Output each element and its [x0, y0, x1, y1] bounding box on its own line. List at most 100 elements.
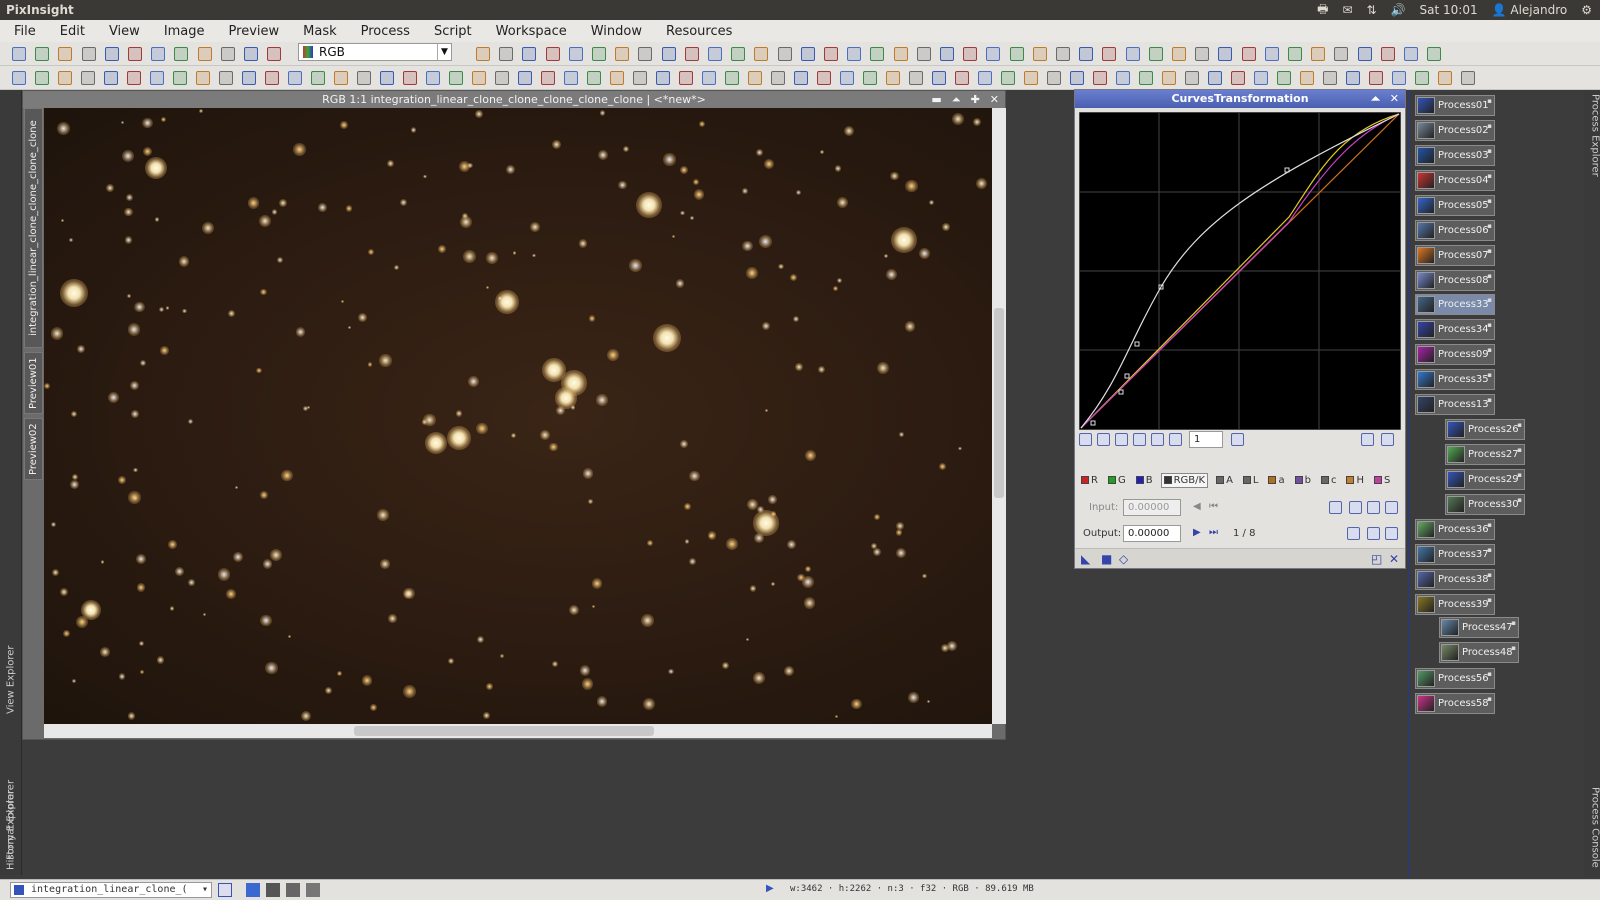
- toolbar-tool-icon[interactable]: [817, 71, 831, 85]
- main-view-tab[interactable]: integration_linear_clone_clone_clone_clo…: [24, 108, 43, 348]
- process-icon-process02[interactable]: Process02 ▪: [1415, 120, 1495, 141]
- reset-curve-icon[interactable]: [1385, 501, 1398, 514]
- toolbar-tool-icon[interactable]: [58, 47, 73, 61]
- channel-r[interactable]: R: [1079, 474, 1100, 487]
- process-icon-process30[interactable]: Process30 ▪: [1445, 494, 1525, 515]
- process-menu-icon[interactable]: ▪: [1487, 371, 1492, 379]
- process-icon-process39[interactable]: Process39 ▪: [1415, 594, 1495, 615]
- toolbar-tool-icon[interactable]: [1404, 47, 1418, 61]
- process-menu-icon[interactable]: ▪: [1487, 596, 1492, 604]
- toolbar-tool-icon[interactable]: [495, 71, 509, 85]
- history-explorer-tab[interactable]: History Explorer: [1, 785, 21, 875]
- toolbar-tool-icon[interactable]: [633, 71, 647, 85]
- toolbar-tool-icon[interactable]: [1102, 47, 1117, 61]
- toolbar-tool-icon[interactable]: [986, 47, 1001, 61]
- edit-points-icon[interactable]: [1079, 433, 1092, 446]
- toolbar-tool-icon[interactable]: [1438, 71, 1452, 85]
- toolbar-tool-icon[interactable]: [748, 71, 762, 85]
- show-grid-icon[interactable]: [1381, 433, 1394, 446]
- menu-view[interactable]: View: [95, 24, 150, 39]
- vertical-scrollbar[interactable]: [992, 108, 1006, 724]
- printer-icon[interactable]: 🖶: [1317, 0, 1328, 21]
- process-explorer-tab[interactable]: Process Explorer: [1585, 90, 1600, 180]
- channel-lab-a[interactable]: a: [1266, 474, 1286, 487]
- shade-icon[interactable]: ⏶: [952, 91, 961, 108]
- last-point-icon[interactable]: ⏭: [1209, 527, 1218, 538]
- channel-a[interactable]: A: [1214, 474, 1235, 487]
- toolbar-tool-icon[interactable]: [58, 71, 72, 85]
- toolbar-tool-icon[interactable]: [1300, 71, 1314, 85]
- process-icon-process56[interactable]: Process56 ▪: [1415, 668, 1495, 689]
- image-properties-icon[interactable]: [218, 883, 232, 897]
- process-menu-icon[interactable]: ▪: [1487, 247, 1492, 255]
- toolbar-tool-icon[interactable]: [244, 47, 258, 61]
- toolbar-tool-icon[interactable]: [1264, 47, 1279, 61]
- toolbar-tool-icon[interactable]: [1070, 71, 1084, 85]
- toolbar-tool-icon[interactable]: [909, 71, 923, 85]
- toolbar-tool-icon[interactable]: [1116, 71, 1130, 85]
- zoom-spinbox[interactable]: 1: [1189, 431, 1223, 448]
- volume-icon[interactable]: 🔊: [1391, 3, 1406, 17]
- process-icon-process05[interactable]: Process05 ▪: [1415, 195, 1495, 216]
- process-menu-icon[interactable]: ▪: [1487, 396, 1492, 404]
- toolbar-tool-icon[interactable]: [128, 47, 142, 61]
- toolbar-tool-icon[interactable]: [777, 47, 792, 61]
- display-channel-g-icon[interactable]: [286, 883, 300, 897]
- toolbar-tool-icon[interactable]: [886, 71, 900, 85]
- channel-lab-b[interactable]: b: [1293, 474, 1313, 487]
- toolbar-tool-icon[interactable]: [754, 47, 769, 61]
- toolbar-tool-icon[interactable]: [265, 71, 279, 85]
- toolbar-tool-icon[interactable]: [449, 71, 463, 85]
- mail-icon[interactable]: ✉: [1342, 3, 1352, 17]
- toolbar-tool-icon[interactable]: [1369, 71, 1383, 85]
- play-icon[interactable]: ▶: [766, 883, 774, 894]
- input-field[interactable]: 0.00000: [1123, 499, 1181, 516]
- horizontal-scrollbar[interactable]: [44, 724, 992, 738]
- toolbar-tool-icon[interactable]: [1380, 47, 1395, 61]
- toolbar-tool-icon[interactable]: [35, 47, 50, 61]
- toolbar-tool-icon[interactable]: [1241, 47, 1256, 61]
- cubic-interp-icon[interactable]: [1367, 527, 1380, 540]
- toolbar-tool-icon[interactable]: [800, 47, 815, 61]
- process-menu-icon[interactable]: ▪: [1487, 321, 1492, 329]
- toolbar-tool-icon[interactable]: [978, 71, 992, 85]
- toolbar-tool-icon[interactable]: [1172, 47, 1186, 61]
- toolbar-tool-icon[interactable]: [380, 71, 394, 85]
- linear-interp-icon[interactable]: [1347, 527, 1360, 540]
- process-menu-icon[interactable]: ▪: [1487, 147, 1492, 155]
- reset-instance-icon[interactable]: ✕: [1389, 552, 1399, 566]
- real-time-preview-icon[interactable]: ◇: [1119, 552, 1128, 566]
- toolbar-tool-icon[interactable]: [1427, 47, 1442, 61]
- display-channel-r-icon[interactable]: [266, 883, 280, 897]
- vertical-scroll-thumb[interactable]: [994, 308, 1004, 498]
- shade-icon[interactable]: ⏶: [1371, 90, 1380, 108]
- toolbar-tool-icon[interactable]: [638, 47, 653, 61]
- toolbar-tool-icon[interactable]: [288, 71, 302, 85]
- channel-c[interactable]: c: [1319, 474, 1339, 487]
- toolbar-tool-icon[interactable]: [1001, 71, 1015, 85]
- process-menu-icon[interactable]: ▪: [1487, 695, 1492, 703]
- toolbar-tool-icon[interactable]: [196, 71, 210, 85]
- toolbar-tool-icon[interactable]: [1254, 71, 1268, 85]
- process-icon-process13[interactable]: Process13 ▪: [1415, 394, 1495, 415]
- toolbar-tool-icon[interactable]: [12, 71, 26, 85]
- menu-preview[interactable]: Preview: [215, 24, 290, 39]
- apply-icon[interactable]: ■: [1101, 552, 1112, 566]
- toolbar-tool-icon[interactable]: [708, 47, 722, 61]
- toolbar-tool-icon[interactable]: [151, 47, 166, 61]
- toolbar-tool-icon[interactable]: [863, 71, 877, 85]
- process-console-tab[interactable]: Process Console: [1585, 780, 1600, 875]
- process-icon-process35[interactable]: Process35 ▪: [1415, 369, 1495, 390]
- toolbar-tool-icon[interactable]: [940, 47, 954, 61]
- toolbar-tool-icon[interactable]: [615, 47, 630, 61]
- menu-mask[interactable]: Mask: [289, 24, 346, 39]
- process-menu-icon[interactable]: ▪: [1517, 421, 1522, 429]
- toolbar-tool-icon[interactable]: [311, 71, 325, 85]
- next-point-icon[interactable]: ▶: [1193, 527, 1201, 538]
- toolbar-tool-icon[interactable]: [1047, 71, 1061, 85]
- menu-image[interactable]: Image: [150, 24, 215, 39]
- toolbar-tool-icon[interactable]: [1079, 47, 1094, 61]
- toolbar-tool-icon[interactable]: [1334, 47, 1349, 61]
- toolbar-tool-icon[interactable]: [1461, 71, 1475, 85]
- close-icon[interactable]: ✕: [1390, 90, 1399, 108]
